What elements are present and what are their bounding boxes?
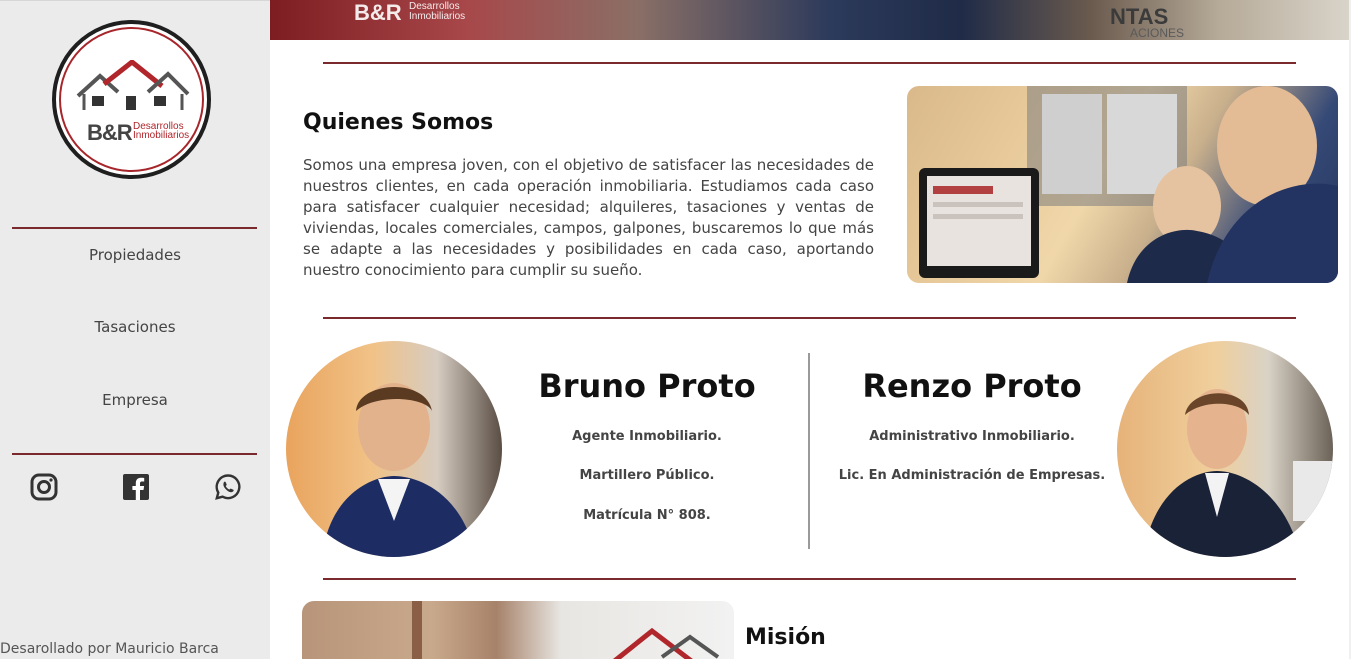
office-photo [907, 86, 1338, 283]
team-bruno-line-2: Martillero Público. [579, 468, 715, 483]
team-renzo-line-2: Lic. En Administración de Empresas. [838, 468, 1106, 483]
sidebar-divider-bottom [12, 453, 257, 455]
nav-item-tasaciones[interactable]: Tasaciones [0, 318, 270, 336]
banner-subtitle-line-2: Inmobiliarios [409, 11, 466, 22]
logo-brand-text: B&R [87, 120, 133, 145]
hero-banner-image: B&R Desarrollos Inmobiliarios NTAS ACION… [270, 0, 1349, 40]
team-name-bruno: Bruno Proto [538, 367, 756, 405]
page: B&R Desarrollos Inmobiliarios Propiedade… [0, 0, 1351, 659]
brand-logo[interactable]: B&R Desarrollos Inmobiliarios [52, 20, 211, 179]
team-bruno-line-3: Matrícula N° 808. [583, 508, 711, 523]
team-bruno-line-1: Agente Inmobiliario. [572, 429, 722, 444]
banner-subtitle: Desarrollos Inmobiliarios [409, 2, 465, 22]
logo-subtitle: Desarrollos Inmobiliarios [133, 122, 193, 141]
instagram-icon[interactable] [30, 473, 58, 501]
about-text: Somos una empresa joven, con el objetivo… [303, 156, 874, 279]
nav-item-empresa[interactable]: Empresa [0, 391, 270, 409]
mision-title: Misión [745, 625, 826, 650]
avatar-renzo [1117, 341, 1333, 557]
banner-sign-subtext: ACIONES [1130, 26, 1185, 40]
section-divider-2 [323, 317, 1296, 319]
team-divider [808, 353, 810, 549]
houses-logo-icon [76, 60, 190, 110]
developer-credit: Desarollado por Mauricio Barca [0, 641, 219, 657]
mision-photo [302, 601, 734, 659]
nav-item-propiedades[interactable]: Propiedades [0, 246, 270, 264]
about-title: Quienes Somos [303, 110, 494, 135]
section-divider-3 [323, 578, 1296, 580]
avatar-bruno [286, 341, 502, 557]
logo-subtitle-line-2: Inmobiliarios [133, 130, 190, 141]
sidebar-divider-top [12, 227, 257, 229]
section-divider-1 [323, 62, 1296, 64]
sidebar: B&R Desarrollos Inmobiliarios Propiedade… [0, 0, 270, 659]
team-name-renzo: Renzo Proto [862, 367, 1082, 405]
team-renzo-line-1: Administrativo Inmobiliario. [869, 429, 1075, 444]
facebook-icon[interactable] [122, 473, 150, 501]
whatsapp-icon[interactable] [214, 473, 242, 501]
banner-brand-text: B&R [354, 0, 402, 25]
